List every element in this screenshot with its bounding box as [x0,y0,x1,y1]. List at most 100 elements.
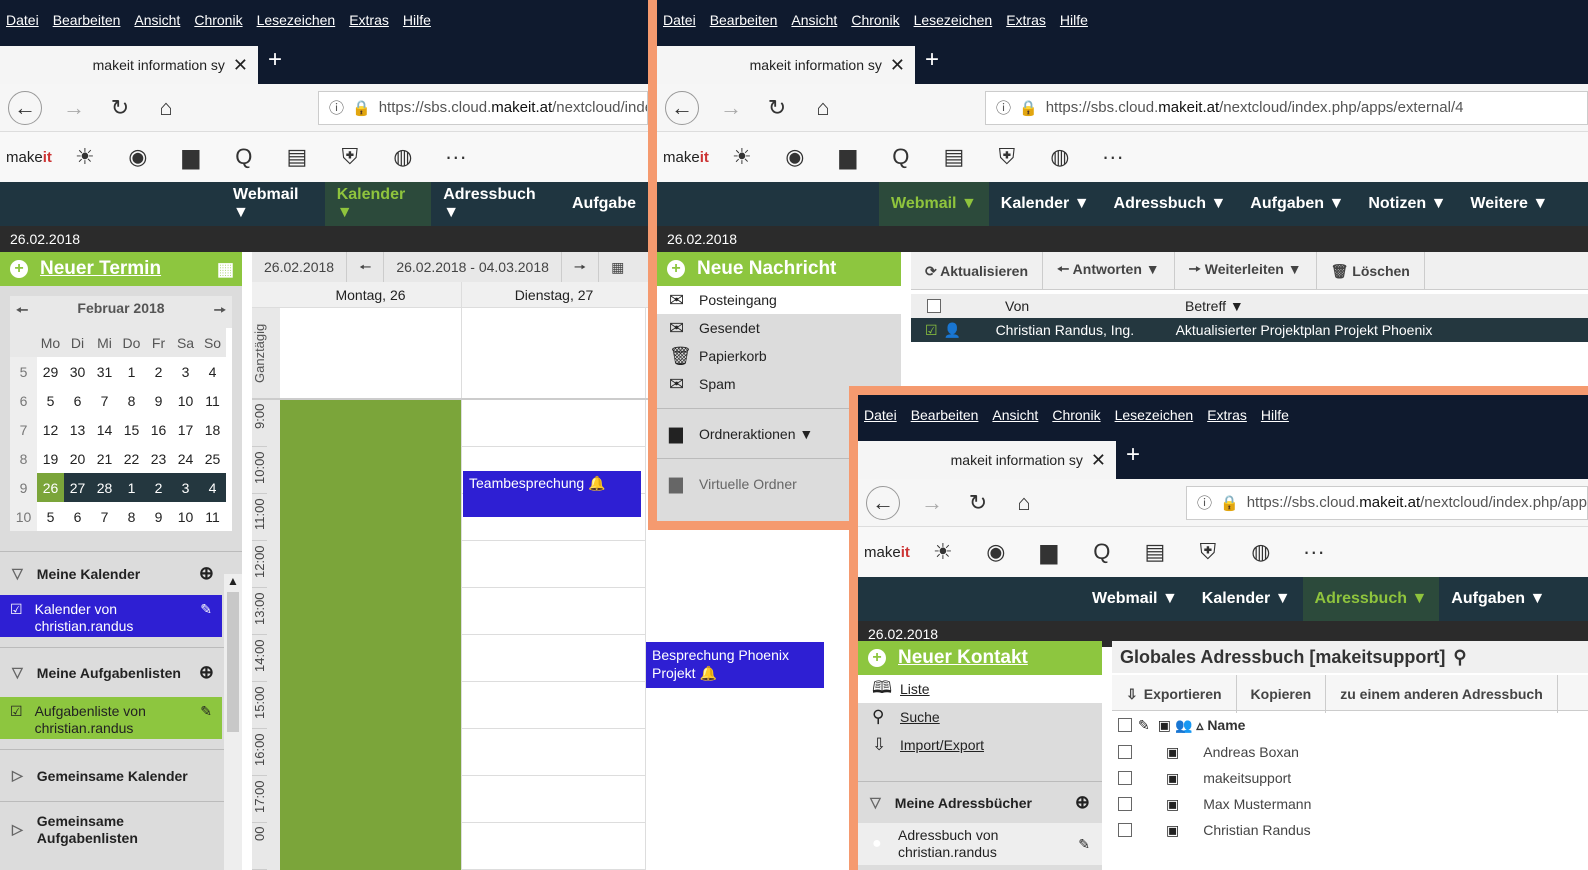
archive-icon[interactable]: ▤ [284,144,310,170]
tasklist-item[interactable]: ☑ Aufgabenliste von christian.randus ✎ [0,697,222,739]
reload-icon[interactable]: ↻ [106,95,134,121]
link-import-export[interactable]: ⇩ Import/Export [858,731,1102,759]
event-besprechung-phoenix[interactable]: Besprechung Phoenix Projekt 🔔 [646,642,824,688]
forward-icon[interactable]: → [717,95,745,121]
nav-webmail[interactable]: Webmail ▼ [1080,577,1190,621]
mini-calendar-day[interactable]: 6 [64,502,91,531]
checkbox-icon[interactable]: ☑ [10,601,23,631]
nav-adressbuch[interactable]: Adressbuch ▼ [1302,577,1440,621]
menu-extras[interactable]: Extras [1006,12,1046,28]
globe-icon[interactable]: ◉ [125,144,151,170]
allday-cell[interactable] [280,308,462,398]
nav-kalender[interactable]: Kalender ▼ [324,182,432,226]
mini-calendar-day[interactable]: 8 [118,386,145,415]
reload-icon[interactable]: ↻ [763,95,791,121]
mini-calendar-day[interactable]: 30 [64,357,91,386]
world-icon[interactable]: ◍ [1047,144,1073,170]
forward-icon[interactable]: → [60,95,88,121]
weather-icon[interactable]: ☀ [930,539,956,565]
contact-row[interactable]: ▣ makeitsupport [1112,765,1588,791]
mini-calendar-day[interactable]: 15 [118,415,145,444]
menu-datei[interactable]: Datei [864,407,897,423]
mini-calendar-day[interactable]: 12 [37,415,64,444]
move-button[interactable]: zu einem anderen Adressbuch [1326,675,1558,713]
search-icon[interactable]: ⚲ [1453,647,1466,668]
delete-button[interactable]: 🗑 Löschen [1317,252,1425,290]
section-task-lists[interactable]: ▽ Meine Aufgabenlisten ⊕ [0,647,242,697]
close-icon[interactable]: ✕ [890,55,905,76]
edit-icon[interactable]: ✎ [1078,836,1090,853]
contact-name[interactable]: Christian Randus [1203,822,1310,838]
new-event-button[interactable]: + Neuer Termin ▦ [0,252,242,286]
mini-calendar-day[interactable]: 21 [91,444,118,473]
contact-checkbox[interactable] [1118,745,1132,759]
menu-bearbeiten[interactable]: Bearbeiten [710,12,778,28]
event-teambesprechung[interactable]: Teambesprechung 🔔 [463,471,641,517]
folder-trash[interactable]: 🗑 Papierkorb [657,342,901,370]
world-icon[interactable]: ◍ [390,144,416,170]
mini-calendar-day[interactable]: 1 [118,473,145,502]
refresh-button[interactable]: ⟳ Aktualisieren [911,252,1044,290]
edit-icon[interactable]: ✎ [200,703,212,733]
shield-icon[interactable]: ⛨ [337,144,363,170]
forward-button[interactable]: 🠖 Weiterleiten ▼ [1175,252,1317,290]
menu-extras[interactable]: Extras [349,12,389,28]
calendar-item[interactable]: ☑ Kalender von christian.randus ✎ [0,595,222,637]
next-week-icon[interactable]: 🠖 [562,252,600,282]
checked-icon[interactable]: ☑ [925,322,938,339]
more-icon[interactable]: ··· [1301,539,1327,565]
calendar-icon[interactable]: ▦ [217,259,234,280]
browser-tab[interactable]: makeit information sy ✕ [657,46,915,84]
new-tab-icon[interactable]: + [1126,441,1140,469]
mini-calendar-day[interactable]: 4 [199,357,226,386]
menu-hilfe[interactable]: Hilfe [1060,12,1088,28]
section-my-calendars[interactable]: ▽ Meine Kalender ⊕ [0,551,242,595]
menu-hilfe[interactable]: Hilfe [1261,407,1289,423]
menu-extras[interactable]: Extras [1207,407,1247,423]
mini-calendar-day[interactable]: 6 [64,386,91,415]
forward-icon[interactable]: → [918,490,946,516]
allday-cell[interactable] [462,308,646,398]
world-icon[interactable]: ◍ [1248,539,1274,565]
link-search[interactable]: ⚲ Suche [858,703,1102,731]
archive-icon[interactable]: ▤ [941,144,967,170]
menu-chronik[interactable]: Chronik [1052,407,1100,423]
nav-aufgaben[interactable]: Aufgabe [560,182,648,226]
add-tasklist-icon[interactable]: ⊕ [199,662,214,683]
reply-button[interactable]: 🠔 Antworten ▼ [1043,252,1175,290]
new-tab-icon[interactable]: + [268,46,282,74]
back-icon[interactable]: ← [8,90,42,125]
export-button[interactable]: ⇩ Exportieren [1112,675,1237,713]
mini-calendar-day[interactable]: 26 [37,473,64,502]
mail-row[interactable]: ☑ 👤 Christian Randus, Ing. Aktualisierte… [911,318,1588,342]
more-icon[interactable]: ··· [443,144,469,170]
mini-calendar-day[interactable]: 14 [91,415,118,444]
prev-week-icon[interactable]: 🠔 [347,252,385,282]
link-list[interactable]: 🕮 Liste [858,675,1102,703]
mini-calendar-day[interactable]: 5 [37,502,64,531]
folder-sent[interactable]: ✉ Gesendet [657,314,901,342]
menu-lesezeichen[interactable]: Lesezeichen [1115,407,1194,423]
nav-adressbuch[interactable]: Adressbuch ▼ [1102,182,1239,226]
back-icon[interactable]: ← [866,485,900,520]
close-icon[interactable]: ✕ [1091,450,1106,471]
folder-inbox[interactable]: ✉ Posteingang [657,286,901,314]
menu-lesezeichen[interactable]: Lesezeichen [257,12,336,28]
mini-calendar-day[interactable]: 23 [145,444,172,473]
search-icon[interactable]: Q [231,144,257,170]
nav-notizen[interactable]: Notizen ▼ [1356,182,1458,226]
today-date[interactable]: 26.02.2018 [252,252,348,282]
mini-calendar-day[interactable]: 2 [145,473,172,502]
nav-weitere[interactable]: Weitere ▼ [1458,182,1560,226]
contact-checkbox[interactable] [1118,823,1132,837]
weather-icon[interactable]: ☀ [729,144,755,170]
new-tab-icon[interactable]: + [925,46,939,74]
mini-calendar-day[interactable]: 10 [172,386,199,415]
mini-calendar-day[interactable]: 9 [145,502,172,531]
mini-calendar-day[interactable]: 18 [199,415,226,444]
select-all-checkbox[interactable] [927,299,941,313]
url-bar[interactable]: ⓘ 🔒 https://sbs.cloud. makeit.at/nextcloud… [1186,485,1588,520]
nav-webmail[interactable]: Webmail ▼ [221,182,325,226]
add-addressbook-icon[interactable]: ⊕ [1075,792,1090,813]
contact-checkbox[interactable] [1118,771,1132,785]
